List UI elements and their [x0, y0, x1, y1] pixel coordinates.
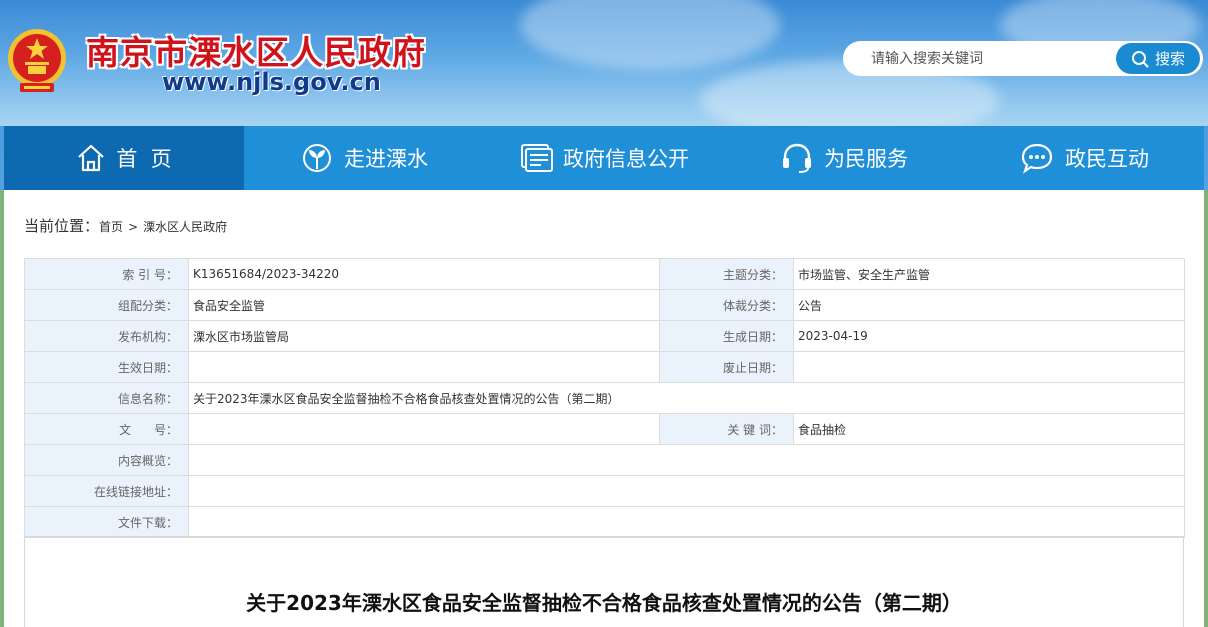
effective-value	[188, 351, 660, 383]
breadcrumb-home-link[interactable]: 首页	[99, 218, 123, 235]
table-row: 索 引 号： K13651684/2023-34220 主题分类： 市场监管、安…	[24, 258, 1185, 290]
document-icon	[521, 144, 553, 172]
home-icon	[78, 144, 105, 172]
headset-icon	[783, 143, 811, 173]
table-row: 生效日期： 废止日期：	[24, 351, 1185, 383]
nav-item-gov-info[interactable]: 政府信息公开	[484, 126, 724, 190]
search-button[interactable]: 搜索	[1116, 43, 1200, 74]
index-no-label: 索 引 号：	[24, 258, 189, 290]
main-content: 当前位置： 首页 > 溧水区人民政府 索 引 号： K13651684/2023…	[4, 190, 1204, 627]
created-label: 生成日期：	[659, 320, 794, 352]
main-nav: 首 页 走进溧水 政府信息公开 为民服务 政民互动	[4, 126, 1204, 190]
keyword-label: 关 键 词：	[659, 413, 794, 445]
summary-value	[188, 444, 1185, 476]
nav-item-label: 政府信息公开	[563, 147, 689, 171]
search-button-label: 搜索	[1154, 50, 1185, 68]
genre-value: 公告	[793, 289, 1185, 321]
breadcrumb: 当前位置： 首页 > 溧水区人民政府	[24, 215, 227, 236]
abolish-label: 废止日期：	[659, 351, 794, 383]
info-name-label: 信息名称：	[24, 382, 189, 414]
site-url: www.njls.gov.cn	[162, 68, 381, 96]
site-header: 南京市溧水区人民政府 www.njls.gov.cn 搜索	[0, 0, 1208, 126]
doc-no-value	[188, 413, 660, 445]
issuer-label: 发布机构：	[24, 320, 189, 352]
info-name-value: 关于2023年溧水区食品安全监督抽检不合格食品核查处置情况的公告（第二期）	[188, 382, 1185, 414]
index-no-value: K13651684/2023-34220	[188, 258, 660, 290]
group-label: 组配分类：	[24, 289, 189, 321]
genre-label: 体裁分类：	[659, 289, 794, 321]
keyword-value: 食品抽检	[793, 413, 1185, 445]
table-row: 内容概览：	[24, 444, 1185, 476]
nav-item-label: 政民互动	[1065, 147, 1149, 171]
breadcrumb-gov-link[interactable]: 溧水区人民政府	[143, 218, 227, 235]
header-cloud	[520, 0, 780, 70]
article-title: 关于2023年溧水区食品安全监督抽检不合格食品核查处置情况的公告（第二期）	[246, 591, 962, 615]
background-strip	[1204, 190, 1208, 627]
nav-item-label: 首 页	[116, 147, 172, 171]
nav-item-label: 为民服务	[824, 147, 908, 171]
topic-label: 主题分类：	[659, 258, 794, 290]
table-row: 发布机构： 溧水区市场监管局 生成日期： 2023-04-19	[24, 320, 1185, 352]
info-metadata-table: 索 引 号： K13651684/2023-34220 主题分类： 市场监管、安…	[24, 258, 1185, 538]
sprout-icon	[303, 144, 331, 172]
nav-item-label: 走进溧水	[344, 147, 428, 171]
link-value[interactable]	[188, 475, 1185, 507]
search-input[interactable]	[871, 49, 1111, 69]
effective-label: 生效日期：	[24, 351, 189, 383]
national-emblem-icon	[8, 29, 66, 92]
nav-item-home[interactable]: 首 页	[4, 126, 244, 190]
article-body: 关于2023年溧水区食品安全监督抽检不合格食品核查处置情况的公告（第二期）	[24, 536, 1184, 627]
search-box: 搜索	[843, 41, 1203, 76]
group-value: 食品安全监管	[188, 289, 660, 321]
search-icon	[1131, 50, 1149, 67]
download-value[interactable]	[188, 506, 1185, 538]
nav-item-about-lishui[interactable]: 走进溧水	[244, 126, 484, 190]
link-label: 在线链接地址：	[24, 475, 189, 507]
issuer-value: 溧水区市场监管局	[188, 320, 660, 352]
table-row: 文 号： 关 键 词： 食品抽检	[24, 413, 1185, 445]
nav-item-public-service[interactable]: 为民服务	[724, 126, 964, 190]
created-value: 2023-04-19	[793, 320, 1185, 352]
table-row: 在线链接地址：	[24, 475, 1185, 507]
chat-icon	[1021, 143, 1053, 174]
breadcrumb-label: 当前位置：	[24, 217, 100, 235]
doc-no-label: 文 号：	[24, 413, 189, 445]
topic-value: 市场监管、安全生产监管	[793, 258, 1185, 290]
abolish-value	[793, 351, 1185, 383]
table-row: 组配分类： 食品安全监管 体裁分类： 公告	[24, 289, 1185, 321]
download-label: 文件下载：	[24, 506, 189, 538]
summary-label: 内容概览：	[24, 444, 189, 476]
site-title: 南京市溧水区人民政府	[86, 33, 426, 72]
table-row: 信息名称： 关于2023年溧水区食品安全监督抽检不合格食品核查处置情况的公告（第…	[24, 382, 1185, 414]
breadcrumb-separator: >	[128, 220, 139, 234]
nav-item-interaction[interactable]: 政民互动	[964, 126, 1204, 190]
table-row: 文件下载：	[24, 506, 1185, 538]
